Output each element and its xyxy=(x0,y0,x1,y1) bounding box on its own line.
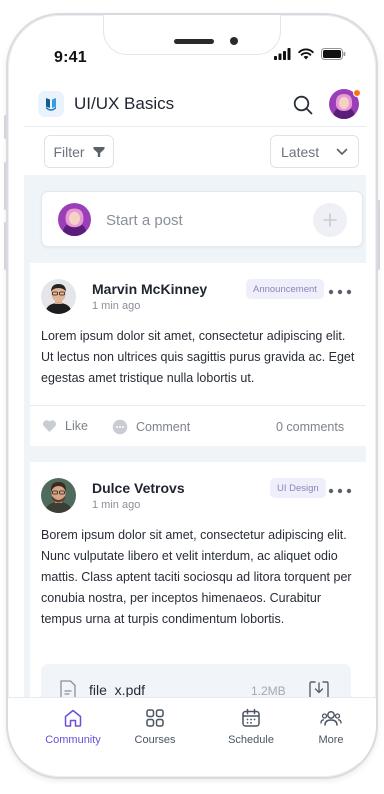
grid-icon xyxy=(146,709,164,727)
filter-bar: Filter Latest xyxy=(24,127,366,175)
post-actions: Like Comment 0 comments xyxy=(30,405,366,446)
status-icons xyxy=(274,48,346,60)
notification-dot xyxy=(353,89,361,97)
battery-icon xyxy=(321,48,346,60)
author-avatar[interactable] xyxy=(41,279,76,314)
nav-label: Schedule xyxy=(228,734,274,746)
phone-frame: 9:41 UI/UX Basics Filter Latest Start a … xyxy=(6,13,378,779)
nav-label: Community xyxy=(45,734,101,746)
post-composer[interactable]: Start a post xyxy=(41,191,363,247)
post-timestamp: 1 min ago xyxy=(92,300,141,312)
comment-label: Comment xyxy=(136,420,191,434)
comment-icon xyxy=(112,419,128,435)
screen-content: UI/UX Basics Filter Latest Start a post … xyxy=(24,75,366,715)
notch-camera xyxy=(230,37,238,45)
post-card: Dulce Vetrovs 1 min ago UI Design Borem … xyxy=(30,462,366,715)
nav-more[interactable]: More xyxy=(296,708,366,746)
bottom-navigation: Community Courses Schedule More xyxy=(8,697,376,763)
users-icon xyxy=(320,711,342,726)
sort-dropdown[interactable]: Latest xyxy=(270,135,359,168)
attachment-size: 1.2MB xyxy=(251,684,286,698)
composer-placeholder[interactable]: Start a post xyxy=(106,212,183,229)
more-options-icon[interactable] xyxy=(328,488,352,494)
author-avatar[interactable] xyxy=(41,478,76,513)
home-icon xyxy=(64,709,82,727)
filter-label: Filter xyxy=(53,143,85,160)
add-post-button[interactable] xyxy=(313,203,347,237)
author-name[interactable]: Marvin McKinney xyxy=(92,281,207,297)
status-time: 9:41 xyxy=(54,49,87,66)
filter-button[interactable]: Filter xyxy=(44,135,114,168)
nav-courses[interactable]: Courses xyxy=(120,708,190,746)
chevron-down-icon xyxy=(336,148,348,155)
wifi-icon xyxy=(298,48,314,60)
nav-label: Courses xyxy=(134,734,176,746)
more-options-icon[interactable] xyxy=(328,289,352,295)
author-name[interactable]: Dulce Vetrovs xyxy=(92,480,185,496)
like-label: Like xyxy=(65,419,88,433)
comments-count[interactable]: 0 comments xyxy=(276,420,344,434)
notch-speaker xyxy=(174,39,214,44)
device-notch xyxy=(103,15,281,55)
heart-icon xyxy=(42,420,57,432)
like-button[interactable]: Like xyxy=(42,419,88,433)
post-tag-badge: Announcement xyxy=(246,279,324,299)
search-icon[interactable] xyxy=(292,94,314,116)
attachment-name: file_x.pdf xyxy=(89,682,146,698)
signal-icon xyxy=(274,48,291,60)
comment-button[interactable]: Comment xyxy=(112,419,190,435)
composer-avatar xyxy=(58,203,91,236)
app-header: UI/UX Basics xyxy=(24,75,366,127)
post-tag-badge: UI Design xyxy=(270,478,326,498)
post-timestamp: 1 min ago xyxy=(92,499,141,511)
plus-icon xyxy=(323,213,337,227)
nav-schedule[interactable]: Schedule xyxy=(216,708,286,746)
post-card: Marvin McKinney 1 min ago Announcement L… xyxy=(30,263,366,446)
calendar-icon xyxy=(242,708,260,727)
sort-label: Latest xyxy=(281,143,320,160)
app-title: UI/UX Basics xyxy=(74,94,175,113)
nav-label: More xyxy=(318,734,344,746)
filter-icon xyxy=(93,146,105,157)
app-logo-icon[interactable] xyxy=(38,91,64,117)
nav-community[interactable]: Community xyxy=(38,708,108,746)
post-body-text: Lorem ipsum dolor sit amet, consectetur … xyxy=(41,329,355,385)
post-body-text: Borem ipsum dolor sit amet, consectetur … xyxy=(41,528,352,626)
